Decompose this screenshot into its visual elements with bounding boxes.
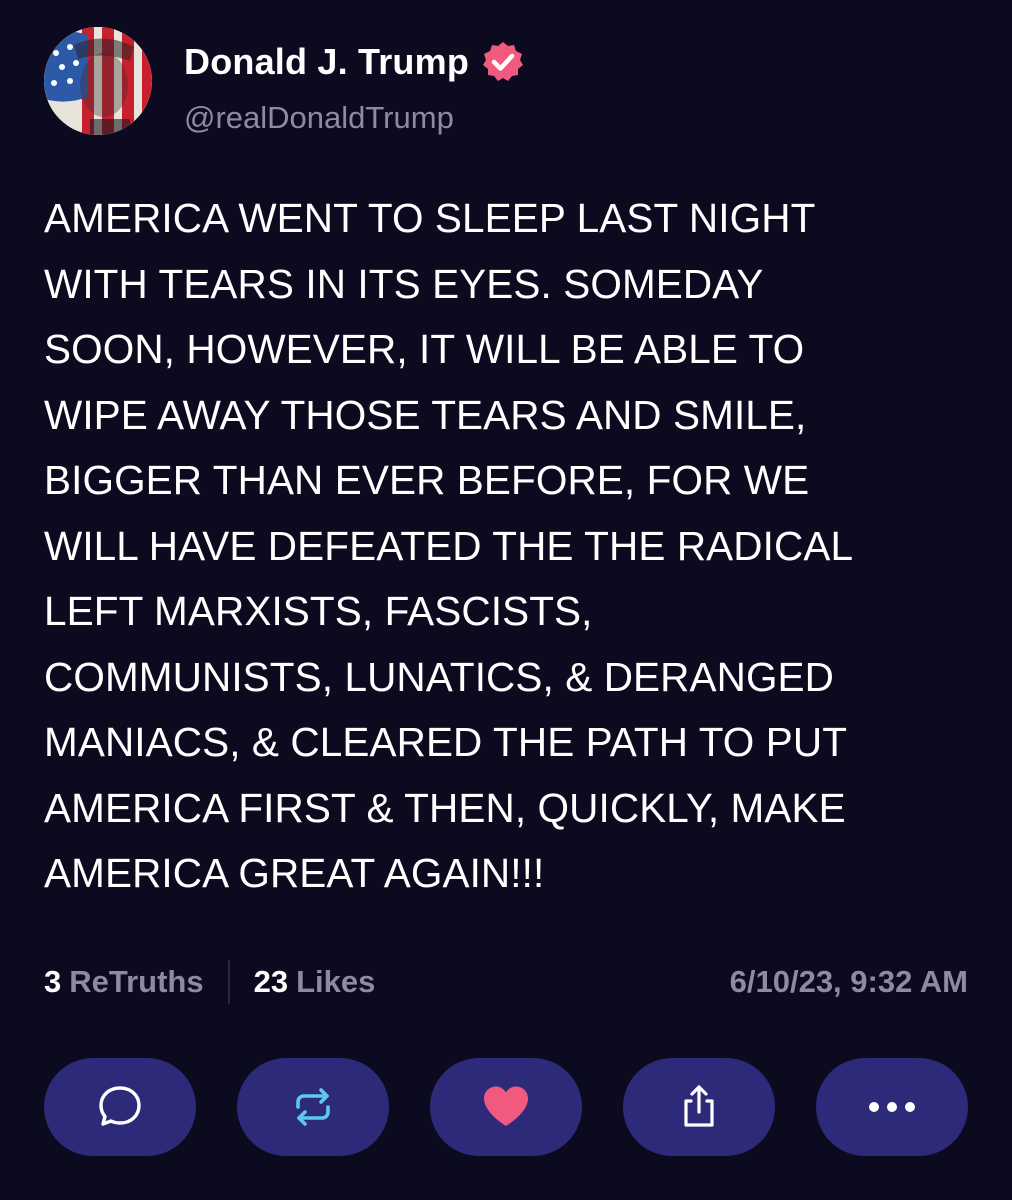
post-text: AMERICA WENT TO SLEEP LAST NIGHT WITH TE… (44, 186, 974, 907)
post-text-line: WILL HAVE DEFEATED THE THE RADICAL (44, 522, 854, 569)
reply-button[interactable] (44, 1058, 196, 1156)
post-card: Donald J. Trump @realDonaldTrump AMERICA… (0, 0, 1012, 1200)
post-text-line: MANIACS, & CLEARED THE PATH TO PUT (44, 719, 848, 765)
likes-count: 23 (253, 964, 289, 999)
more-icon (869, 1102, 915, 1112)
post-text-line: AMERICA GREAT AGAIN!!! (44, 850, 545, 896)
verified-badge-icon (481, 40, 525, 84)
likes-stat[interactable]: 23 Likes (254, 964, 376, 1000)
like-button[interactable] (430, 1058, 582, 1156)
share-icon (684, 1085, 714, 1127)
action-bar (44, 1058, 968, 1156)
display-name[interactable]: Donald J. Trump (184, 41, 469, 83)
avatar[interactable] (44, 27, 152, 135)
stats-divider (227, 960, 230, 1004)
post-text-line: AMERICA FIRST & THEN, QUICKLY, MAKE (44, 784, 846, 831)
more-button[interactable] (816, 1058, 968, 1156)
post-text-line: AMERICA WENT TO SLEEP LAST NIGHT (44, 195, 816, 241)
post-text-line: LEFT MARXISTS, FASCISTS, (44, 588, 593, 634)
reply-icon (99, 1086, 141, 1126)
post-author[interactable]: Donald J. Trump @realDonaldTrump (184, 40, 525, 136)
display-name-row: Donald J. Trump (184, 40, 525, 84)
handle[interactable]: @realDonaldTrump (184, 100, 525, 136)
post-text-line: WIPE AWAY THOSE TEARS AND SMILE, (44, 391, 807, 438)
retruths-stat[interactable]: 3 ReTruths (44, 964, 204, 1000)
retruth-icon (296, 1088, 330, 1126)
share-button[interactable] (623, 1058, 775, 1156)
retruth-button[interactable] (237, 1058, 389, 1156)
retruths-count: 3 (44, 964, 62, 999)
post-text-line: COMMUNISTS, LUNATICS, & DERANGED (44, 653, 835, 700)
heart-icon (484, 1086, 528, 1126)
timestamp[interactable]: 6/10/23, 9:32 AM (730, 964, 968, 1000)
post-text-line: BIGGER THAN EVER BEFORE, FOR WE (44, 457, 810, 503)
likes-label: Likes (296, 964, 376, 999)
post-text-line: SOON, HOWEVER, IT WILL BE ABLE TO (44, 326, 805, 372)
post-text-line: WITH TEARS IN ITS EYES. SOMEDAY (44, 260, 764, 307)
avatar-flag-portrait-image (44, 27, 152, 135)
post-stats: 3 ReTruths 23 Likes 6/10/23, 9:32 AM (44, 960, 968, 1004)
retruths-label: ReTruths (69, 964, 204, 999)
